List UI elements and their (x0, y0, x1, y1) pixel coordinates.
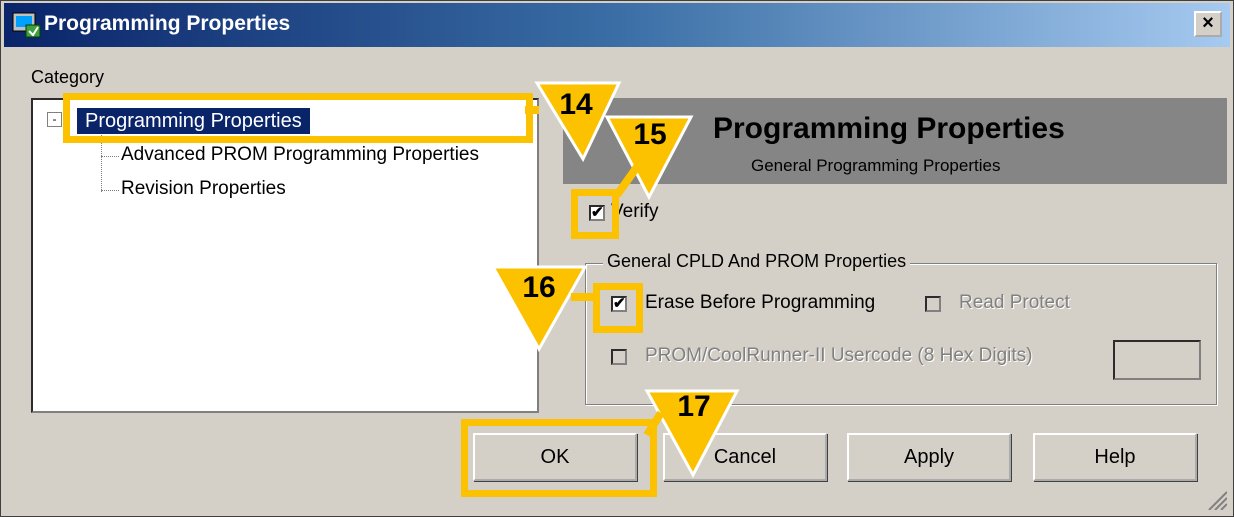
close-button[interactable]: × (1194, 11, 1222, 37)
help-button[interactable]: Help (1033, 433, 1197, 481)
usercode-checkbox[interactable] (611, 349, 627, 365)
title-bar[interactable]: Programming Properties × (4, 3, 1230, 47)
callout-15: 15 (633, 118, 667, 151)
tree-connector (101, 190, 119, 191)
tree-connector (101, 156, 119, 157)
app-icon (12, 12, 41, 38)
highlight-ok-button (461, 419, 657, 497)
highlight-tree-selection (63, 93, 533, 143)
erase-before-programming-label: Erase Before Programming (645, 292, 876, 313)
tree-item-revision-properties[interactable]: Revision Properties (121, 178, 286, 200)
apply-button[interactable]: Apply (847, 433, 1011, 481)
window-title: Programming Properties (44, 12, 291, 35)
tree-item-advanced-prom-programming-properties[interactable]: Advanced PROM Programming Properties (121, 144, 479, 166)
category-label: Category (31, 67, 105, 87)
highlight-erase (593, 283, 643, 333)
panel-subtitle: General Programming Properties (751, 156, 1001, 175)
read-protect-label: Read Protect (959, 292, 1070, 313)
resize-grip-icon[interactable] (1205, 488, 1227, 510)
tree-collapse-icon[interactable]: - (47, 112, 62, 127)
usercode-label: PROM/CoolRunner-II Usercode (8 Hex Digit… (645, 345, 1033, 366)
category-tree[interactable]: - Programming Properties Advanced PROM P… (31, 98, 539, 413)
callout-17: 17 (677, 390, 711, 423)
groupbox-legend: General CPLD And PROM Properties (603, 251, 911, 272)
usercode-input[interactable] (1113, 340, 1201, 380)
read-protect-checkbox[interactable] (925, 296, 941, 312)
panel-title: Programming Properties (713, 112, 1065, 145)
programming-properties-dialog: Programming Properties × Category - Prog… (0, 0, 1234, 517)
callout-16: 16 (522, 271, 556, 304)
